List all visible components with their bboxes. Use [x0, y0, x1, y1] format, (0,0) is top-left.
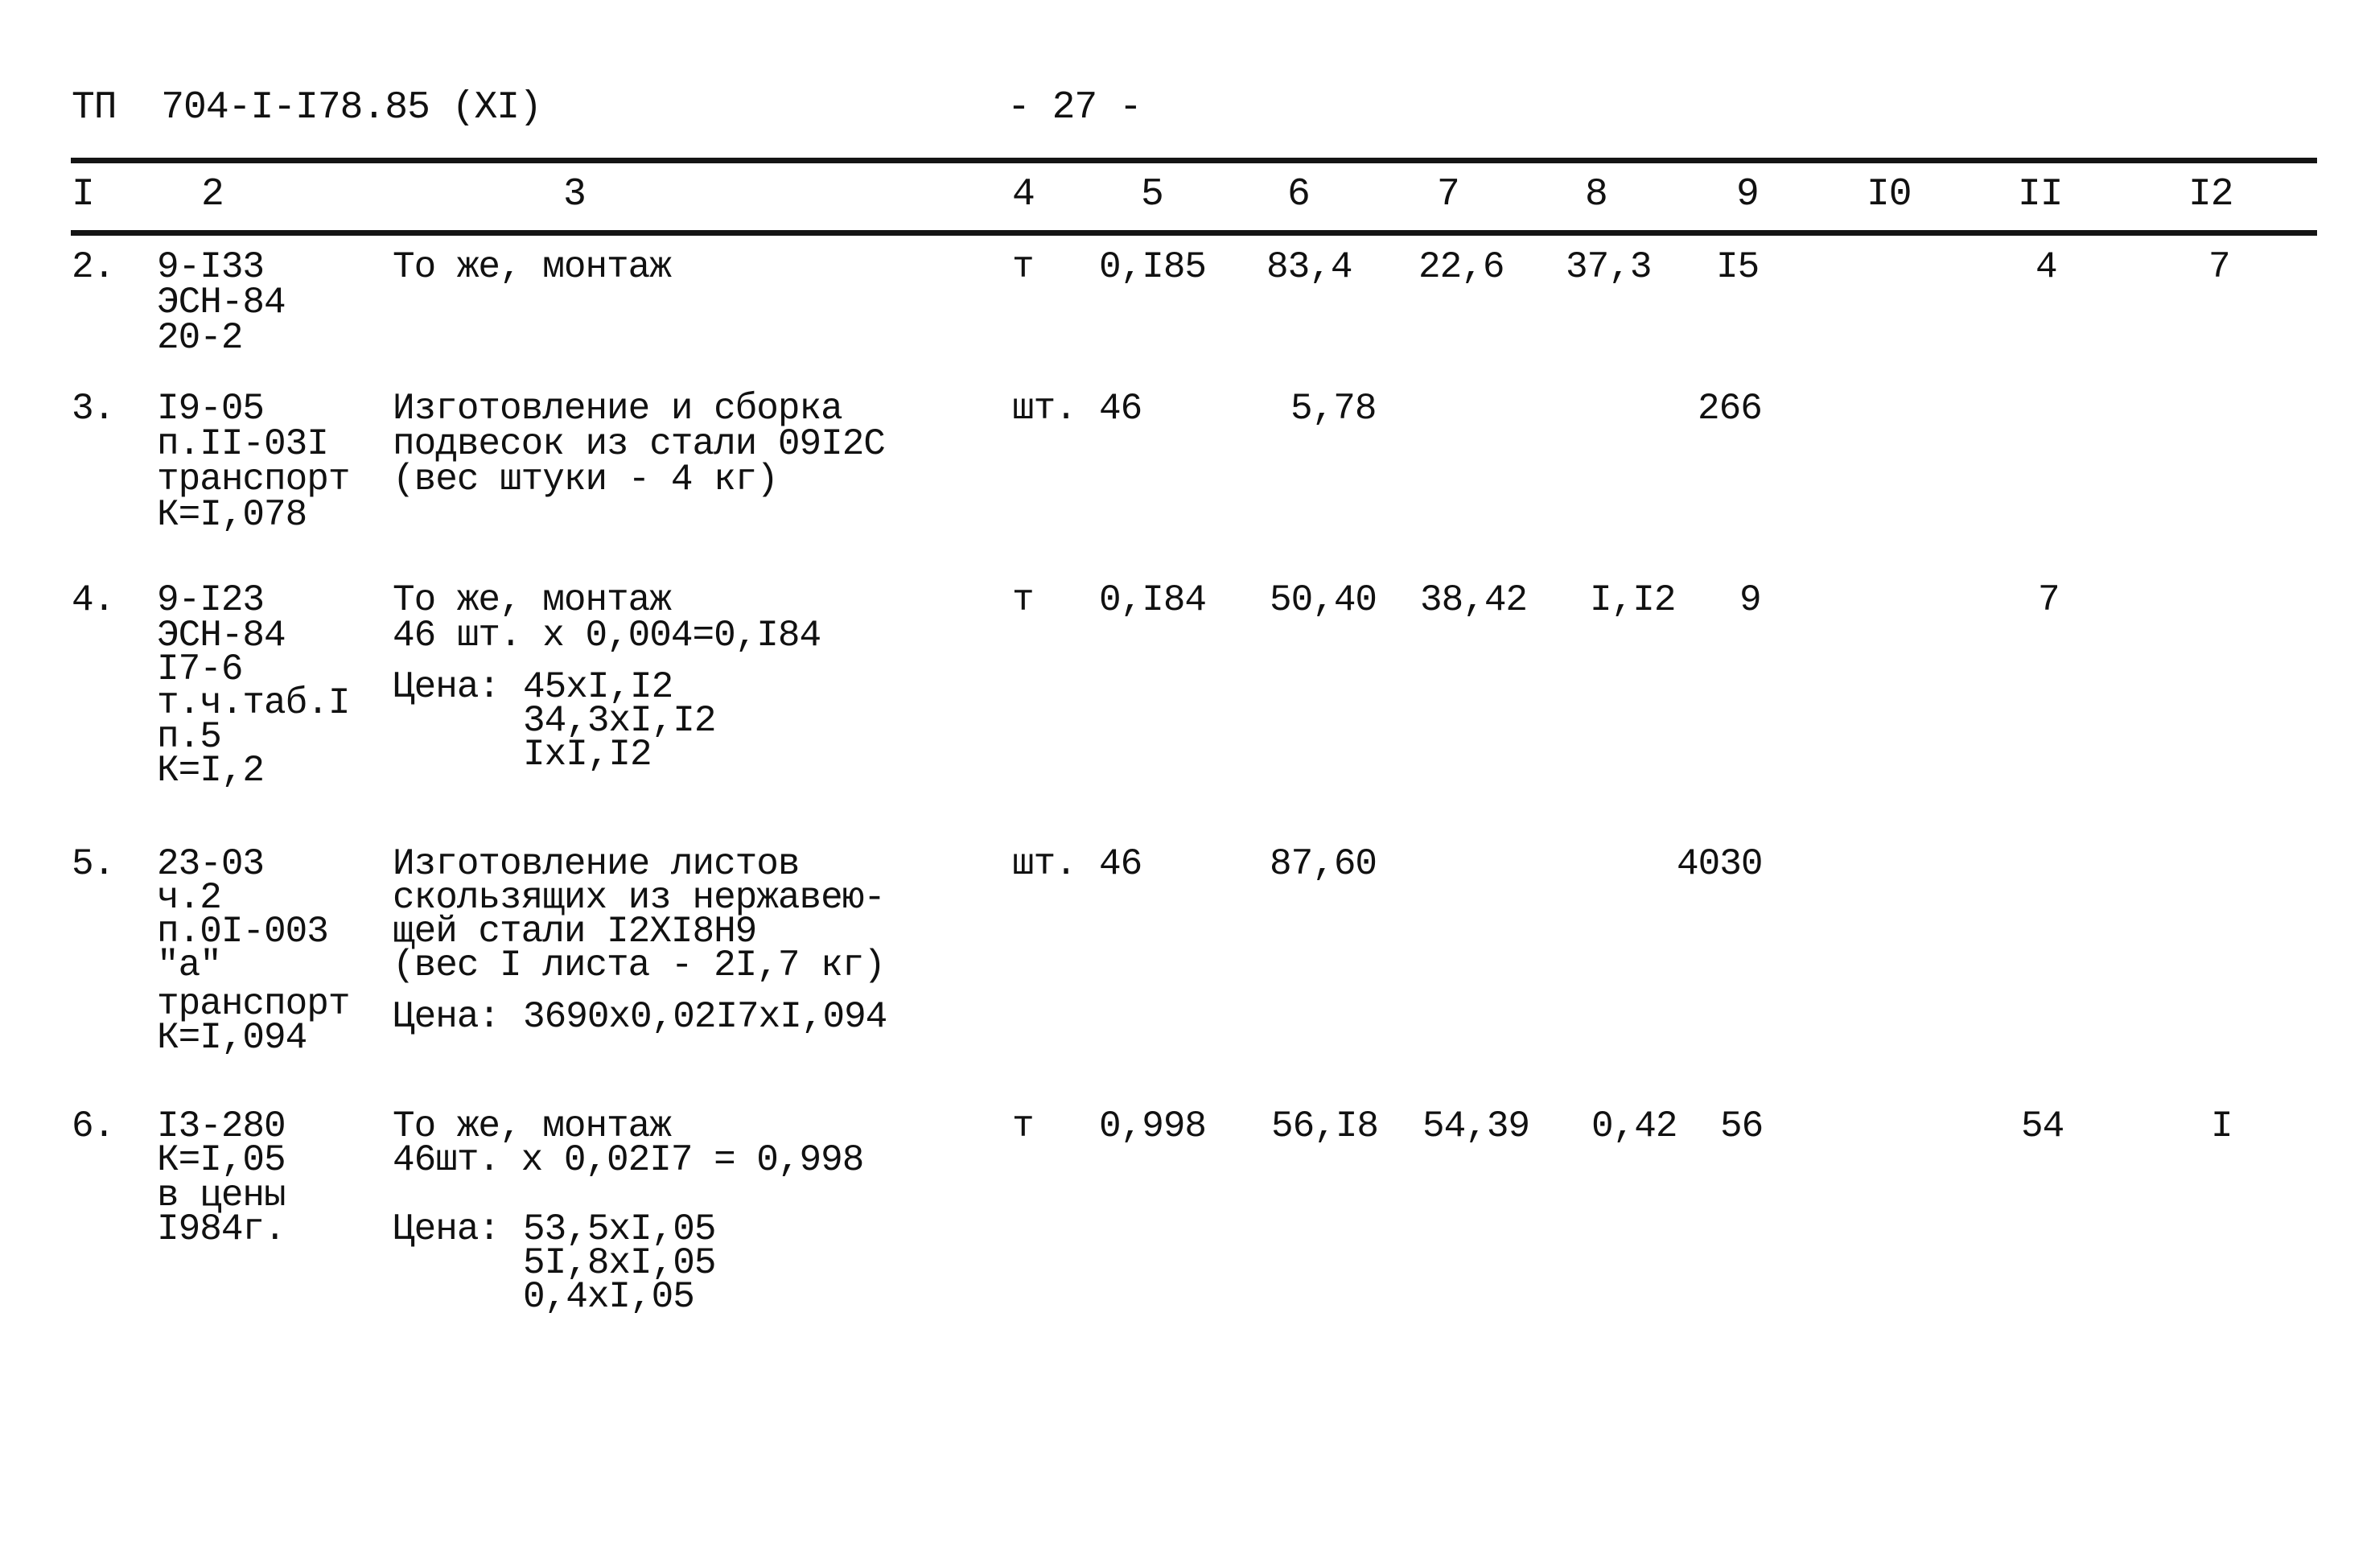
cell-col-9: 9	[1739, 579, 1762, 621]
column-header-6: 6	[1287, 173, 1311, 216]
page-number: - 27 -	[1007, 86, 1142, 130]
work-description-line: 46 шт. х 0,004=0,I84	[393, 615, 821, 656]
cell-col-5: 0,I85	[1099, 246, 1207, 288]
work-description-line: То же, монтаж	[393, 579, 672, 621]
cell-col-12: I	[2211, 1105, 2233, 1147]
norm-code-line: I9-05	[157, 388, 265, 430]
cell-col-6: 50,40	[1270, 579, 1377, 621]
norm-code-line: ЭСН-84	[157, 282, 286, 323]
cell-col-7: 38,42	[1420, 579, 1528, 621]
norm-code-line: К=I,05	[157, 1139, 286, 1181]
cell-col-6: 5,78	[1290, 388, 1377, 430]
cell-col-6: 83,4	[1266, 246, 1352, 288]
column-header-10: I0	[1867, 173, 1912, 216]
column-header-12: I2	[2188, 173, 2234, 216]
cell-col-5: 0,998	[1099, 1105, 1207, 1147]
column-header-1: I	[72, 173, 95, 216]
cell-col-9: 266	[1698, 388, 1763, 430]
column-header-4: 4	[1012, 173, 1035, 216]
column-header-2: 2	[201, 173, 224, 216]
norm-code-line: "а"	[157, 945, 222, 986]
table-top-rule	[71, 158, 2317, 163]
row-number: 5.	[72, 843, 115, 885]
table-header-rule	[71, 230, 2317, 236]
row-number: 3.	[72, 388, 115, 430]
column-header-11: II	[2018, 173, 2064, 216]
column-header-3: 3	[563, 173, 587, 216]
work-description-line: То же, монтаж	[393, 246, 672, 288]
column-header-8: 8	[1585, 173, 1608, 216]
cell-col-11: 54	[2021, 1105, 2064, 1147]
row-number: 2.	[72, 246, 115, 288]
cell-col-12: 7	[2208, 246, 2231, 288]
norm-code-line: 9-I23	[157, 579, 265, 621]
norm-code-line: К=I,2	[157, 750, 265, 792]
column-header-7: 7	[1437, 173, 1460, 216]
norm-code-line: транспорт	[157, 459, 350, 500]
unit: шт.	[1012, 843, 1077, 885]
norm-code-line: 9-I33	[157, 246, 265, 288]
work-description-line: (вес штуки - 4 кг)	[393, 459, 779, 500]
price-label: Цена:	[393, 996, 500, 1038]
work-description-line: Изготовление и сборка	[393, 388, 843, 430]
price-calc-line: 3690х0,02I7хI,094	[523, 996, 887, 1038]
cell-col-9: I5	[1716, 246, 1760, 288]
cell-col-11: 7	[2038, 579, 2060, 621]
price-calc-line: IхI,I2	[523, 734, 652, 776]
row-number: 6.	[72, 1105, 115, 1147]
unit: т	[1012, 1105, 1035, 1147]
cell-col-9: 56	[1720, 1105, 1764, 1147]
price-label: Цена:	[393, 1208, 500, 1250]
column-header-9: 9	[1736, 173, 1760, 216]
cell-col-9: 4030	[1677, 843, 1763, 885]
cell-col-5: 46	[1099, 843, 1142, 885]
work-description-line: 46шт. х 0,02I7 = 0,998	[393, 1139, 864, 1181]
norm-code-line: 20-2	[157, 317, 243, 359]
norm-code-line: К=I,094	[157, 1017, 307, 1059]
row-number: 4.	[72, 579, 115, 621]
work-description-line: (вес I листа - 2I,7 кг)	[393, 945, 886, 986]
cell-col-11: 4	[2035, 246, 2058, 288]
cell-col-6: 56,I8	[1271, 1105, 1379, 1147]
norm-code-line: К=I,078	[157, 494, 307, 536]
cell-col-8: 37,3	[1566, 246, 1652, 288]
cell-col-7: 22,6	[1418, 246, 1504, 288]
document-code: ТП 704-I-I78.85 (XI)	[72, 86, 542, 130]
unit: т	[1012, 579, 1035, 621]
price-calc-line: 0,4хI,05	[523, 1276, 695, 1318]
norm-code-line: I984г.	[157, 1208, 286, 1250]
cell-col-8: I,I2	[1590, 579, 1676, 621]
column-header-5: 5	[1141, 173, 1164, 216]
unit: шт.	[1012, 388, 1077, 430]
cell-col-5: 0,I84	[1099, 579, 1207, 621]
cell-col-8: 0,42	[1591, 1105, 1677, 1147]
cell-col-5: 46	[1099, 388, 1142, 430]
price-label: Цена:	[393, 666, 500, 708]
work-description-line: подвесок из стали 09I2С	[393, 423, 886, 465]
cell-col-7: 54,39	[1422, 1105, 1530, 1147]
norm-code-line: п.II-03I	[157, 423, 329, 465]
cell-col-6: 87,60	[1270, 843, 1377, 885]
unit: т	[1012, 246, 1035, 288]
